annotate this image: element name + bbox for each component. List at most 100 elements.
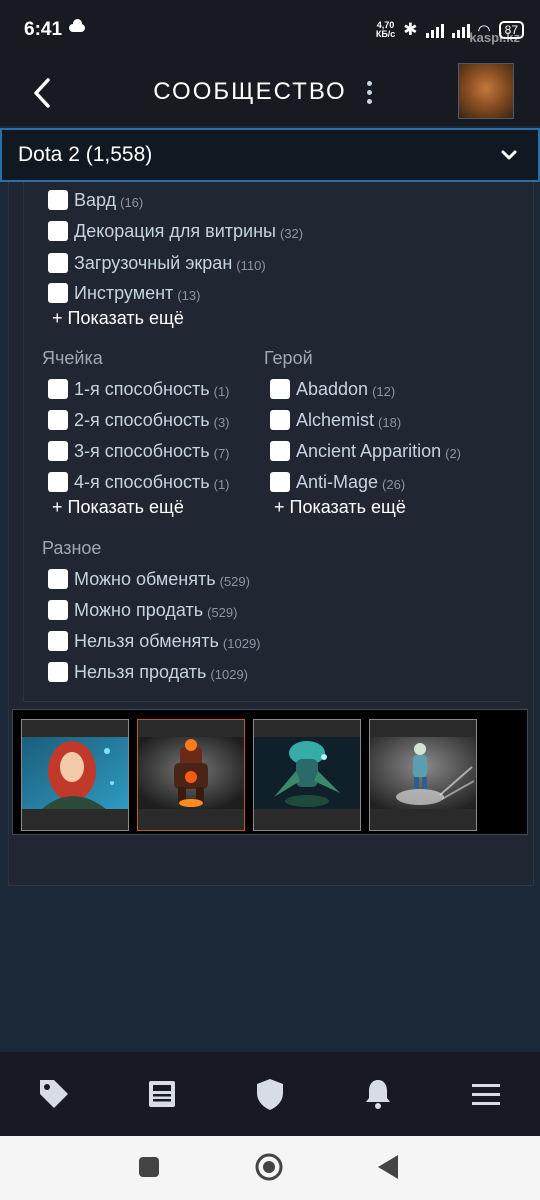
filter-option[interactable]: 3-я способность (7) xyxy=(48,439,230,463)
option-count: (32) xyxy=(279,225,304,241)
checkbox[interactable] xyxy=(48,631,68,651)
option-label: Можно обменять xyxy=(74,568,216,589)
filter-option[interactable]: Anti-Mage (26) xyxy=(270,470,405,494)
back-nav-icon[interactable] xyxy=(376,1154,400,1180)
option-label: Нельзя обменять xyxy=(74,630,219,651)
avatar[interactable] xyxy=(458,63,514,119)
network-speed-unit: КБ/с xyxy=(375,29,396,39)
show-more-link[interactable]: + Показать ещё xyxy=(274,497,406,518)
checkbox[interactable] xyxy=(48,379,68,399)
item-tile[interactable] xyxy=(137,719,245,831)
bluetooth-icon: ✱ xyxy=(403,20,418,39)
checkbox[interactable] xyxy=(48,190,68,210)
home-icon[interactable] xyxy=(254,1152,284,1182)
option-count: (110) xyxy=(236,257,266,273)
option-count: (13) xyxy=(177,287,201,303)
filter-option[interactable]: 1-я способность (1) xyxy=(48,377,230,401)
checkbox[interactable] xyxy=(270,472,290,492)
checkbox[interactable] xyxy=(48,410,68,430)
show-more-link[interactable]: + Показать ещё xyxy=(52,497,184,518)
checkbox[interactable] xyxy=(270,441,290,461)
checkbox[interactable] xyxy=(270,410,290,430)
option-label: 2-я способность xyxy=(74,409,210,430)
option-count: (529) xyxy=(207,604,238,620)
option-label: Anti-Mage xyxy=(296,471,379,492)
status-bar: 6:41 4,70 КБ/с ✱ ◠ 87 kaspi.kz xyxy=(0,0,540,60)
group-title-hero: Герой xyxy=(264,348,313,368)
item-tile[interactable] xyxy=(253,719,361,831)
checkbox[interactable] xyxy=(48,221,68,241)
bell-icon[interactable] xyxy=(360,1076,396,1112)
filter-option[interactable]: Alchemist (18) xyxy=(270,408,401,432)
option-count: (529) xyxy=(219,573,250,589)
game-select-value: Dota 2 (1,558) xyxy=(18,143,153,166)
shield-icon[interactable] xyxy=(252,1076,288,1112)
item-strip xyxy=(12,709,528,835)
option-label: Нельзя продать xyxy=(74,661,207,682)
signal-icon xyxy=(425,22,444,38)
filter-option[interactable]: Можно продать (529) xyxy=(48,598,237,622)
filter-option[interactable]: Декорация для витрины (32) xyxy=(48,219,303,243)
checkbox[interactable] xyxy=(48,472,68,492)
filter-option[interactable]: Нельзя продать (1029) xyxy=(48,660,248,684)
signal-icon-2 xyxy=(451,22,470,38)
more-options-icon[interactable] xyxy=(364,79,374,107)
filter-option[interactable]: Вард (16) xyxy=(48,188,143,212)
bottom-nav xyxy=(0,1052,540,1136)
option-count: (12) xyxy=(372,383,396,399)
filter-option[interactable]: Загрузочный экран (110) xyxy=(48,251,266,275)
option-count: (3) xyxy=(213,414,230,430)
option-label: Декорация для витрины xyxy=(74,220,276,241)
option-count: (2) xyxy=(445,445,461,461)
option-label: Можно продать xyxy=(74,599,204,620)
item-tile[interactable] xyxy=(21,719,129,831)
game-select-dropdown[interactable]: Dota 2 (1,558) xyxy=(0,128,540,182)
filter-option[interactable]: Abaddon (12) xyxy=(270,377,395,401)
cloud-icon xyxy=(69,19,85,32)
filter-block: Вард (16) Декорация для витрины (32) Заг… xyxy=(23,182,520,702)
option-count: (1029) xyxy=(210,666,248,682)
filter-option[interactable]: Можно обменять (529) xyxy=(48,567,250,591)
option-count: (18) xyxy=(378,414,402,430)
option-count: (26) xyxy=(382,476,406,492)
checkbox[interactable] xyxy=(48,441,68,461)
group-title-slot: Ячейка xyxy=(42,348,103,368)
filter-option[interactable]: 2-я способность (3) xyxy=(48,408,230,432)
fire-golem-item-image xyxy=(138,737,244,809)
option-label: Загрузочный экран xyxy=(74,252,233,273)
checkbox[interactable] xyxy=(270,379,290,399)
option-count: (7) xyxy=(213,445,230,461)
frost-figure-item-image xyxy=(370,737,476,809)
option-label: 1-я способность xyxy=(74,378,210,399)
watermark: kaspi.kz xyxy=(469,30,520,45)
checkbox[interactable] xyxy=(48,600,68,620)
option-count: (1) xyxy=(213,383,230,399)
checkbox[interactable] xyxy=(48,253,68,273)
system-nav-bar xyxy=(0,1136,540,1200)
option-label: 3-я способность xyxy=(74,440,210,461)
option-label: 4-я способность xyxy=(74,471,210,492)
red-haired-hero-item-image xyxy=(22,737,128,809)
tag-icon[interactable] xyxy=(36,1076,72,1112)
checkbox[interactable] xyxy=(48,569,68,589)
recent-apps-icon[interactable] xyxy=(138,1156,160,1178)
menu-icon[interactable] xyxy=(468,1076,504,1112)
checkbox[interactable] xyxy=(48,662,68,682)
status-time: 6:41 xyxy=(24,19,63,40)
page-title: СООБЩЕСТВО xyxy=(153,78,347,105)
checkbox[interactable] xyxy=(48,283,68,303)
option-count: (16) xyxy=(120,194,144,210)
filter-option[interactable]: 4-я способность (1) xyxy=(48,470,230,494)
filter-option[interactable]: Ancient Apparition (2) xyxy=(270,439,461,463)
show-more-link[interactable]: + Показать ещё xyxy=(52,308,184,329)
group-title-misc: Разное xyxy=(42,538,102,558)
filter-option[interactable]: Нельзя обменять (1029) xyxy=(48,629,261,653)
network-speed: 4,70 КБ/с xyxy=(376,21,395,39)
news-icon[interactable] xyxy=(144,1076,180,1112)
item-tile[interactable] xyxy=(369,719,477,831)
chevron-down-icon xyxy=(501,150,517,160)
option-count: (1) xyxy=(213,476,230,492)
app-header: СООБЩЕСТВО xyxy=(0,60,540,126)
filter-option[interactable]: Инструмент (13) xyxy=(48,281,200,305)
crystal-spirit-item-image xyxy=(254,737,360,809)
